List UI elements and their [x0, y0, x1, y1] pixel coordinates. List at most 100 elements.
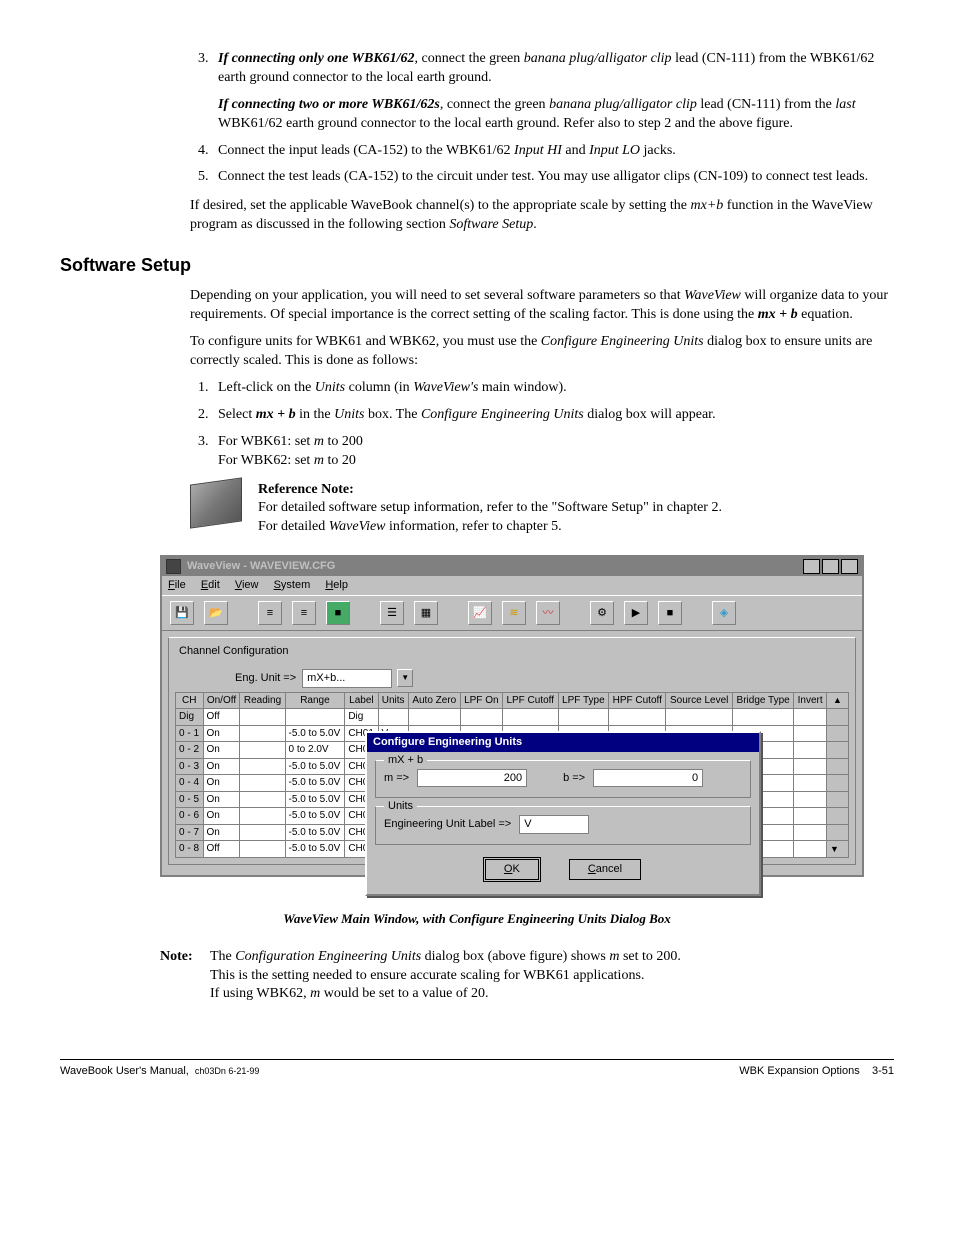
cell[interactable] — [558, 709, 609, 726]
cell[interactable] — [794, 808, 827, 825]
tool-icon[interactable]: ◈ — [712, 601, 736, 625]
cell[interactable] — [240, 709, 285, 726]
toolbar: 💾 📂 ≡ ≡ ■ ☰ ▦ 📈 ≋ 〰 ⚙ ▶ ■ ◈ — [162, 595, 862, 631]
unit-input[interactable]: V — [519, 815, 589, 834]
reference-note: Reference Note: For detailed software se… — [190, 481, 894, 538]
cell[interactable] — [240, 841, 285, 858]
channel-button[interactable]: 0 - 2 — [176, 742, 204, 759]
open-icon[interactable]: 📂 — [204, 601, 228, 625]
col-header: Reading — [240, 692, 285, 709]
cell[interactable] — [794, 709, 827, 726]
m-input[interactable]: 200 — [417, 769, 527, 788]
cell[interactable] — [794, 742, 827, 759]
cell[interactable]: On — [203, 775, 240, 792]
cell[interactable]: On — [203, 824, 240, 841]
menu-edit[interactable]: Edit — [201, 579, 220, 591]
tool-icon[interactable]: ≡ — [258, 601, 282, 625]
cell[interactable] — [240, 775, 285, 792]
b-input[interactable]: 0 — [593, 769, 703, 788]
channel-button[interactable]: 0 - 7 — [176, 824, 204, 841]
cell[interactable] — [794, 758, 827, 775]
cell[interactable]: On — [203, 808, 240, 825]
wave-icon[interactable]: 〰 — [536, 601, 560, 625]
cancel-button[interactable]: Cancel — [569, 859, 641, 880]
cell[interactable]: -5.0 to 5.0V — [285, 824, 345, 841]
col-header: Auto Zero — [408, 692, 460, 709]
cell[interactable] — [794, 841, 827, 858]
ok-button[interactable]: OK — [485, 859, 539, 880]
tool-icon[interactable]: ☰ — [380, 601, 404, 625]
cell[interactable]: On — [203, 725, 240, 742]
cell[interactable] — [794, 824, 827, 841]
ifdesired-para: If desired, set the applicable WaveBook … — [190, 197, 894, 235]
scroll-up-icon[interactable]: ▲ — [827, 692, 849, 709]
chart-icon[interactable]: 📈 — [468, 601, 492, 625]
cell[interactable]: -5.0 to 5.0V — [285, 841, 345, 858]
cell[interactable]: -5.0 to 5.0V — [285, 725, 345, 742]
note-block: Note: The Configuration Engineering Unit… — [160, 948, 894, 1005]
book-icon — [190, 477, 242, 528]
tool-icon[interactable]: ▦ — [414, 601, 438, 625]
cell[interactable] — [408, 709, 460, 726]
cell[interactable] — [240, 824, 285, 841]
maximize-button[interactable]: □ — [822, 559, 839, 574]
tool-icon[interactable]: ≡ — [292, 601, 316, 625]
channel-button[interactable]: 0 - 4 — [176, 775, 204, 792]
cell[interactable] — [460, 709, 502, 726]
cell[interactable]: -5.0 to 5.0V — [285, 808, 345, 825]
cell[interactable] — [240, 758, 285, 775]
stop-icon[interactable]: ■ — [658, 601, 682, 625]
cell[interactable]: Dig — [345, 709, 378, 726]
cell[interactable]: -5.0 to 5.0V — [285, 791, 345, 808]
tool-icon[interactable]: ■ — [326, 601, 350, 625]
scrollbar-track — [827, 709, 849, 726]
save-icon[interactable]: 💾 — [170, 601, 194, 625]
cell[interactable] — [240, 808, 285, 825]
menu-system[interactable]: System — [274, 579, 311, 591]
cell[interactable]: On — [203, 791, 240, 808]
cell[interactable] — [794, 775, 827, 792]
cell[interactable]: On — [203, 742, 240, 759]
cell[interactable] — [285, 709, 345, 726]
tool-icon[interactable]: ≋ — [502, 601, 526, 625]
channel-button[interactable]: 0 - 6 — [176, 808, 204, 825]
dialog-title: Configure Engineering Units — [367, 733, 759, 752]
cell[interactable]: Off — [203, 841, 240, 858]
scroll-down-icon[interactable]: ▼ — [827, 841, 849, 858]
cell[interactable] — [378, 709, 408, 726]
menu-file[interactable]: File — [168, 579, 186, 591]
menu-help[interactable]: Help — [325, 579, 348, 591]
play-icon[interactable]: ▶ — [624, 601, 648, 625]
menu-bar[interactable]: File Edit View System Help — [162, 576, 862, 595]
cell[interactable] — [240, 725, 285, 742]
menu-view[interactable]: View — [235, 579, 259, 591]
channel-button[interactable]: 0 - 8 — [176, 841, 204, 858]
tool-icon[interactable]: ⚙ — [590, 601, 614, 625]
cell[interactable] — [666, 709, 733, 726]
sw-step-3: For WBK61: set m to 200For WBK62: set m … — [212, 433, 894, 471]
figure-caption: WaveView Main Window, with Configure Eng… — [60, 910, 894, 928]
cell[interactable] — [502, 709, 558, 726]
eng-unit-combo[interactable]: mX+b... — [302, 669, 392, 688]
dropdown-icon[interactable]: ▼ — [397, 669, 413, 687]
channel-button[interactable]: 0 - 5 — [176, 791, 204, 808]
cell[interactable]: -5.0 to 5.0V — [285, 758, 345, 775]
cell[interactable] — [794, 725, 827, 742]
cell[interactable] — [732, 709, 793, 726]
cell[interactable] — [794, 791, 827, 808]
cell[interactable] — [240, 791, 285, 808]
minimize-button[interactable]: _ — [803, 559, 820, 574]
cell[interactable]: 0 to 2.0V — [285, 742, 345, 759]
channel-button[interactable]: Dig — [176, 709, 204, 726]
close-button[interactable]: × — [841, 559, 858, 574]
col-header: LPF Type — [558, 692, 609, 709]
cell[interactable]: Off — [203, 709, 240, 726]
channel-button[interactable]: 0 - 3 — [176, 758, 204, 775]
channel-button[interactable]: 0 - 1 — [176, 725, 204, 742]
cell[interactable] — [240, 742, 285, 759]
cell[interactable]: -5.0 to 5.0V — [285, 775, 345, 792]
cell[interactable] — [609, 709, 666, 726]
scrollbar-track — [827, 775, 849, 792]
cell[interactable]: On — [203, 758, 240, 775]
col-header: LPF Cutoff — [502, 692, 558, 709]
